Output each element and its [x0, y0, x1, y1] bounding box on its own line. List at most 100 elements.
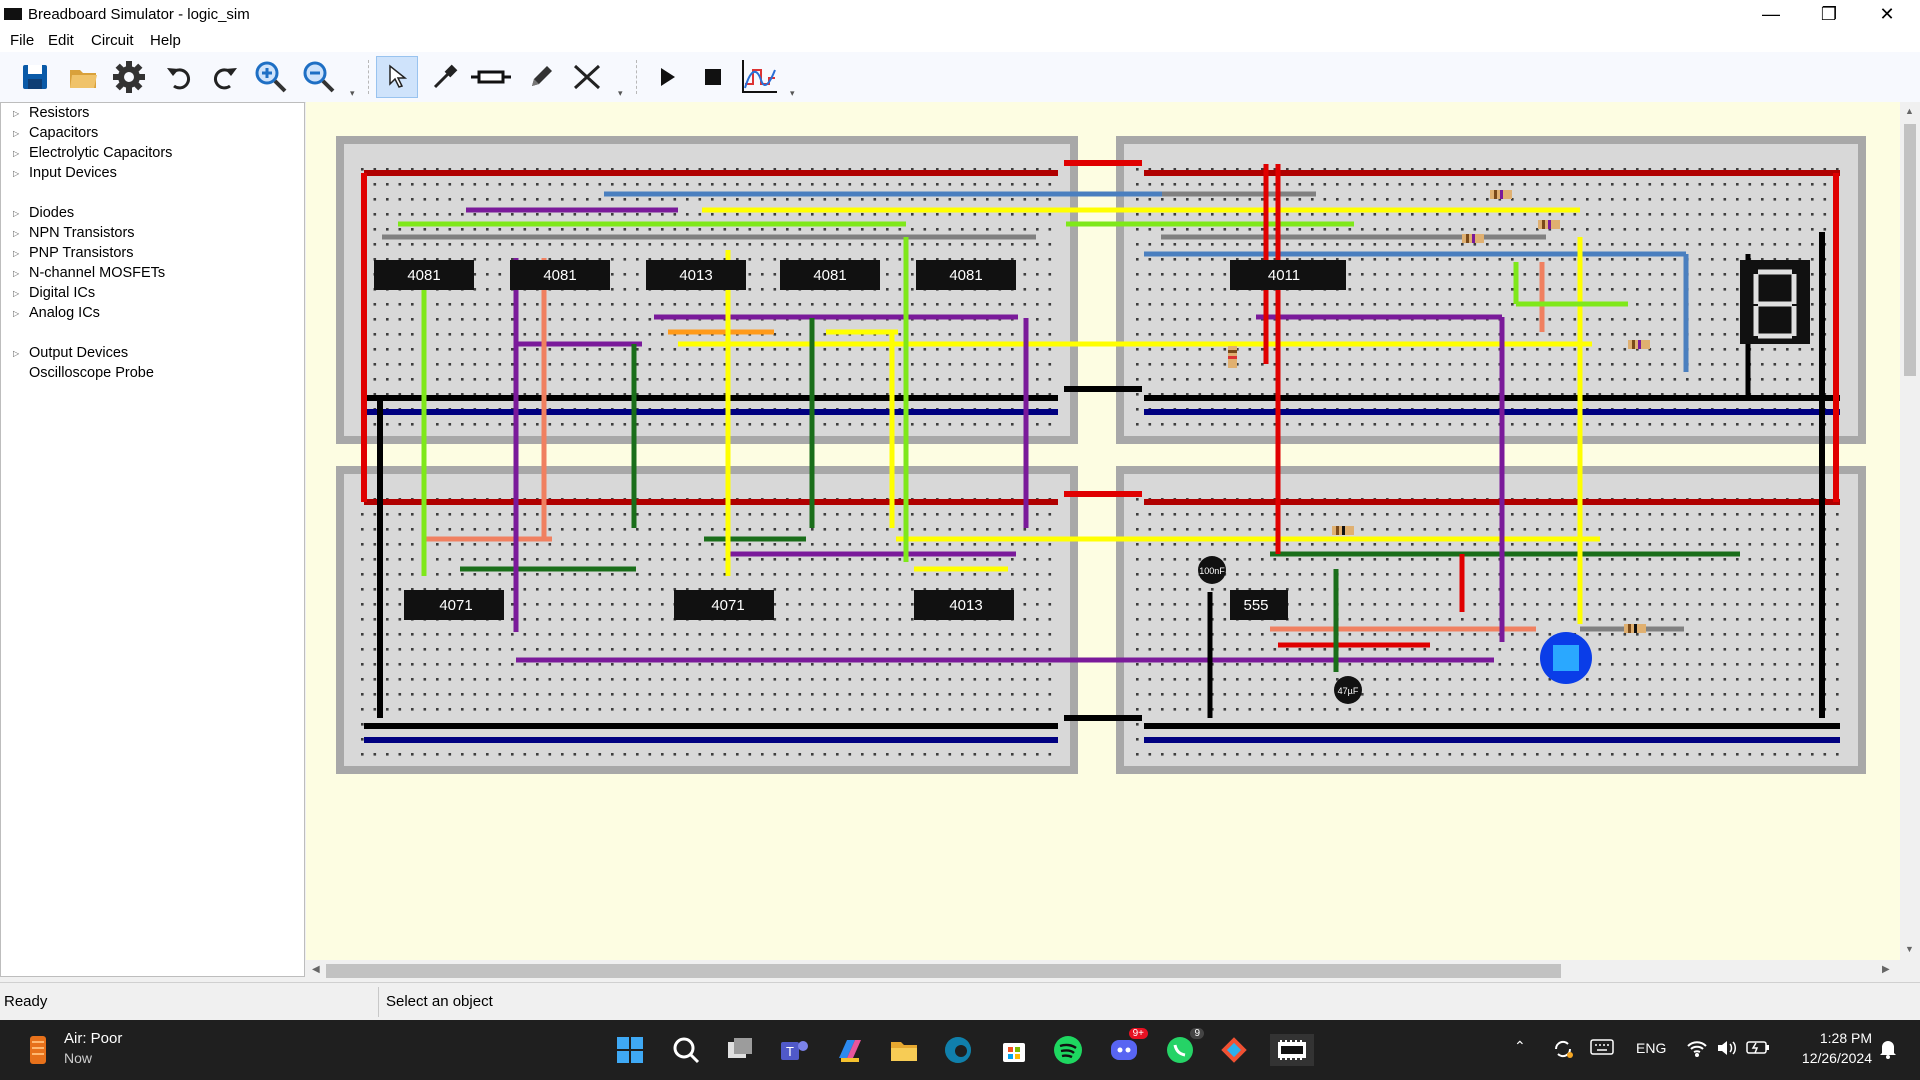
wifi-icon[interactable] [1686, 1038, 1708, 1060]
vertical-scrollbar[interactable]: ▲ ▼ [1900, 102, 1920, 960]
capacitor-47uf[interactable]: 47µF [1334, 676, 1362, 704]
windows-start-icon[interactable] [614, 1034, 646, 1066]
ic-chip[interactable]: 4081 [374, 260, 474, 290]
clock-date[interactable]: 12/26/2024 [1780, 1050, 1872, 1066]
ic-chip[interactable]: 4013 [646, 260, 746, 290]
tree-item-output-devices[interactable]: ▷ Output Devices [1, 343, 128, 363]
toolbar-overflow-icon[interactable]: ▾ [618, 88, 623, 99]
scroll-up-icon[interactable]: ▲ [1905, 106, 1914, 116]
copilot-icon[interactable] [834, 1034, 866, 1066]
resistor[interactable] [1628, 340, 1650, 349]
expand-arrow-icon[interactable]: ▷ [13, 129, 25, 138]
ic-chip[interactable]: 4011 [1230, 260, 1346, 290]
ic-chip[interactable]: 555 [1230, 590, 1288, 620]
scroll-down-icon[interactable]: ▼ [1905, 944, 1914, 954]
select-pointer-icon[interactable] [376, 56, 418, 98]
task-view-icon[interactable] [724, 1034, 756, 1066]
expand-arrow-icon[interactable]: ▷ [13, 169, 25, 178]
scroll-right-icon[interactable]: ▶ [1882, 964, 1890, 975]
tree-item-pnp-transistors[interactable]: ▷ PNP Transistors [1, 243, 134, 263]
open-folder-icon[interactable] [62, 56, 104, 98]
menu-circuit[interactable]: Circuit [91, 32, 134, 49]
ic-chip[interactable]: 4071 [674, 590, 774, 620]
ic-chip[interactable]: 4081 [510, 260, 610, 290]
tree-item-npn-transistors[interactable]: ▷ NPN Transistors [1, 223, 135, 243]
search-icon[interactable] [670, 1034, 702, 1066]
resistor[interactable] [1228, 346, 1237, 368]
settings-gear-icon[interactable] [108, 56, 150, 98]
expand-arrow-icon[interactable]: ▷ [13, 209, 25, 218]
git-icon[interactable] [1218, 1034, 1250, 1066]
play-icon[interactable] [646, 56, 688, 98]
menu-file[interactable]: File [10, 32, 34, 49]
close-button[interactable]: ✕ [1858, 0, 1916, 30]
zoom-out-icon[interactable] [298, 56, 340, 98]
edge-icon[interactable] [942, 1034, 974, 1066]
weather-icon[interactable] [24, 1034, 52, 1066]
ic-chip[interactable]: 4081 [780, 260, 880, 290]
expand-arrow-icon[interactable]: ▷ [13, 109, 25, 118]
keyboard-icon[interactable] [1590, 1038, 1614, 1058]
menu-edit[interactable]: Edit [48, 32, 74, 49]
ic-chip[interactable]: 4013 [914, 590, 1014, 620]
file-explorer-icon[interactable] [888, 1034, 920, 1066]
vertical-scroll-thumb[interactable] [1904, 124, 1916, 376]
horizontal-scroll-thumb[interactable] [326, 964, 1561, 978]
clock-time[interactable]: 1:28 PM [1786, 1030, 1872, 1046]
expand-arrow-icon[interactable]: ▷ [13, 349, 25, 358]
expand-arrow-icon[interactable]: ▷ [13, 309, 25, 318]
circuit-canvas[interactable]: 4081 4081 4013 4081 4081 4011 4071 4071 [306, 102, 1900, 960]
tree-item-n-channel-mosfets[interactable]: ▷ N-channel MOSFETs [1, 263, 165, 283]
toolbar-overflow-icon[interactable]: ▾ [350, 88, 355, 99]
resistor-icon[interactable] [470, 56, 512, 98]
expand-arrow-icon[interactable]: ▷ [13, 249, 25, 258]
battery-icon[interactable] [1746, 1038, 1770, 1060]
expand-arrow-icon[interactable]: ▷ [13, 289, 25, 298]
seven-segment-display[interactable] [1740, 260, 1810, 344]
tree-item-diodes[interactable]: ▷ Diodes [1, 203, 74, 223]
save-icon[interactable] [14, 56, 56, 98]
discord-icon[interactable]: 9+ [1108, 1028, 1148, 1066]
push-button[interactable] [1540, 632, 1592, 684]
resistor[interactable] [1538, 220, 1560, 229]
probe-icon[interactable] [424, 56, 466, 98]
stop-icon[interactable] [692, 56, 734, 98]
resistor[interactable] [1462, 234, 1484, 243]
horizontal-scrollbar[interactable]: ◀ ▶ [306, 960, 1900, 982]
resistor[interactable] [1332, 526, 1354, 535]
volume-icon[interactable] [1716, 1038, 1738, 1060]
delete-x-icon[interactable] [566, 56, 608, 98]
sync-icon[interactable] [1552, 1038, 1574, 1060]
scroll-left-icon[interactable]: ◀ [312, 964, 320, 975]
ic-chip[interactable]: 4071 [404, 590, 504, 620]
tree-item-capacitors[interactable]: ▷ Capacitors [1, 123, 98, 143]
resistor[interactable] [1624, 624, 1646, 633]
teams-icon[interactable]: T [778, 1034, 810, 1066]
weather-title[interactable]: Air: Poor [64, 1030, 122, 1047]
minimize-button[interactable]: — [1742, 0, 1800, 30]
spotify-icon[interactable] [1052, 1034, 1084, 1066]
resistor[interactable] [1490, 190, 1512, 199]
show-hidden-icons-icon[interactable]: ⌃ [1514, 1038, 1526, 1055]
expand-arrow-icon[interactable]: ▷ [13, 229, 25, 238]
redo-icon[interactable] [204, 56, 246, 98]
ic-chip[interactable]: 4081 [916, 260, 1016, 290]
zoom-in-icon[interactable] [250, 56, 292, 98]
menu-help[interactable]: Help [150, 32, 181, 49]
capacitor-100nf[interactable]: 100nF [1198, 556, 1226, 584]
breadboard-app-icon[interactable] [1270, 1034, 1314, 1066]
tree-item-oscilloscope-probe[interactable]: Oscilloscope Probe [1, 363, 154, 383]
maximize-button[interactable]: ❐ [1800, 0, 1858, 30]
undo-icon[interactable] [158, 56, 200, 98]
expand-arrow-icon[interactable]: ▷ [13, 269, 25, 278]
tree-item-digital-ics[interactable]: ▷ Digital ICs [1, 283, 95, 303]
pencil-icon[interactable] [520, 56, 562, 98]
whatsapp-icon[interactable]: 9 [1164, 1028, 1204, 1066]
expand-arrow-icon[interactable]: ▷ [13, 149, 25, 158]
tree-item-input-devices[interactable]: ▷ Input Devices [1, 163, 117, 183]
tree-item-resistors[interactable]: ▷ Resistors [1, 103, 89, 123]
graph-icon[interactable] [738, 56, 780, 98]
toolbar-overflow-icon[interactable]: ▾ [790, 88, 795, 99]
tree-item-analog-ics[interactable]: ▷ Analog ICs [1, 303, 100, 323]
tree-item-electrolytic-capacitors[interactable]: ▷ Electrolytic Capacitors [1, 143, 172, 163]
